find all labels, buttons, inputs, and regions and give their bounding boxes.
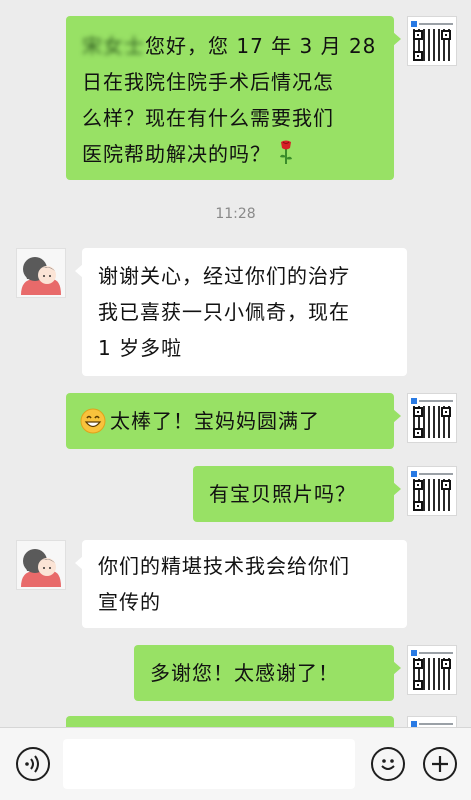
message-bubble-received[interactable]: 谢谢关心，经过你们的治疗 我已喜获一只小佩奇，现在 1 岁多啦 [75, 248, 407, 376]
message-input[interactable] [63, 739, 355, 789]
redacted-name: 宋女士 [82, 34, 145, 58]
self-avatar[interactable] [407, 716, 457, 727]
voice-icon [25, 755, 39, 773]
self-avatar[interactable] [407, 16, 457, 66]
girl-hugging-avatar-icon [17, 541, 65, 589]
message-bubble-sent[interactable]: 宋女士您好，您 17 年 3 月 28 日在我院住院手术后情况怎 么样？现在有什… [66, 16, 401, 180]
more-button[interactable] [423, 747, 457, 781]
message-bubble-sent[interactable]: 多谢您！太感谢了！ [134, 645, 401, 701]
rose-emoji [280, 140, 292, 164]
voice-button[interactable] [16, 747, 50, 781]
plus-icon [432, 756, 448, 772]
contact-avatar[interactable] [16, 248, 66, 298]
message-bubble-sent-partial[interactable] [66, 716, 394, 727]
grinning-face-emoji [80, 408, 106, 434]
self-avatar[interactable] [407, 393, 457, 443]
girl-hugging-avatar-icon [17, 249, 65, 297]
contact-avatar[interactable] [16, 540, 66, 590]
self-avatar[interactable] [407, 645, 457, 695]
message-bubble-sent[interactable]: 太棒了！宝妈妈圆满了 [66, 393, 401, 449]
chat-area: 宋女士您好，您 17 年 3 月 28 日在我院住院手术后情况怎 么样？现在有什… [0, 0, 471, 727]
timestamp: 11:28 [215, 206, 256, 222]
message-bubble-received[interactable]: 你们的精堪技术我会给你们 宣传的 [75, 540, 407, 628]
emoji-icon [381, 759, 395, 770]
emoji-button[interactable] [371, 747, 405, 781]
chat-input-bar [0, 727, 471, 800]
self-avatar[interactable] [407, 466, 457, 516]
message-bubble-sent[interactable]: 有宝贝照片吗？ [193, 466, 401, 522]
